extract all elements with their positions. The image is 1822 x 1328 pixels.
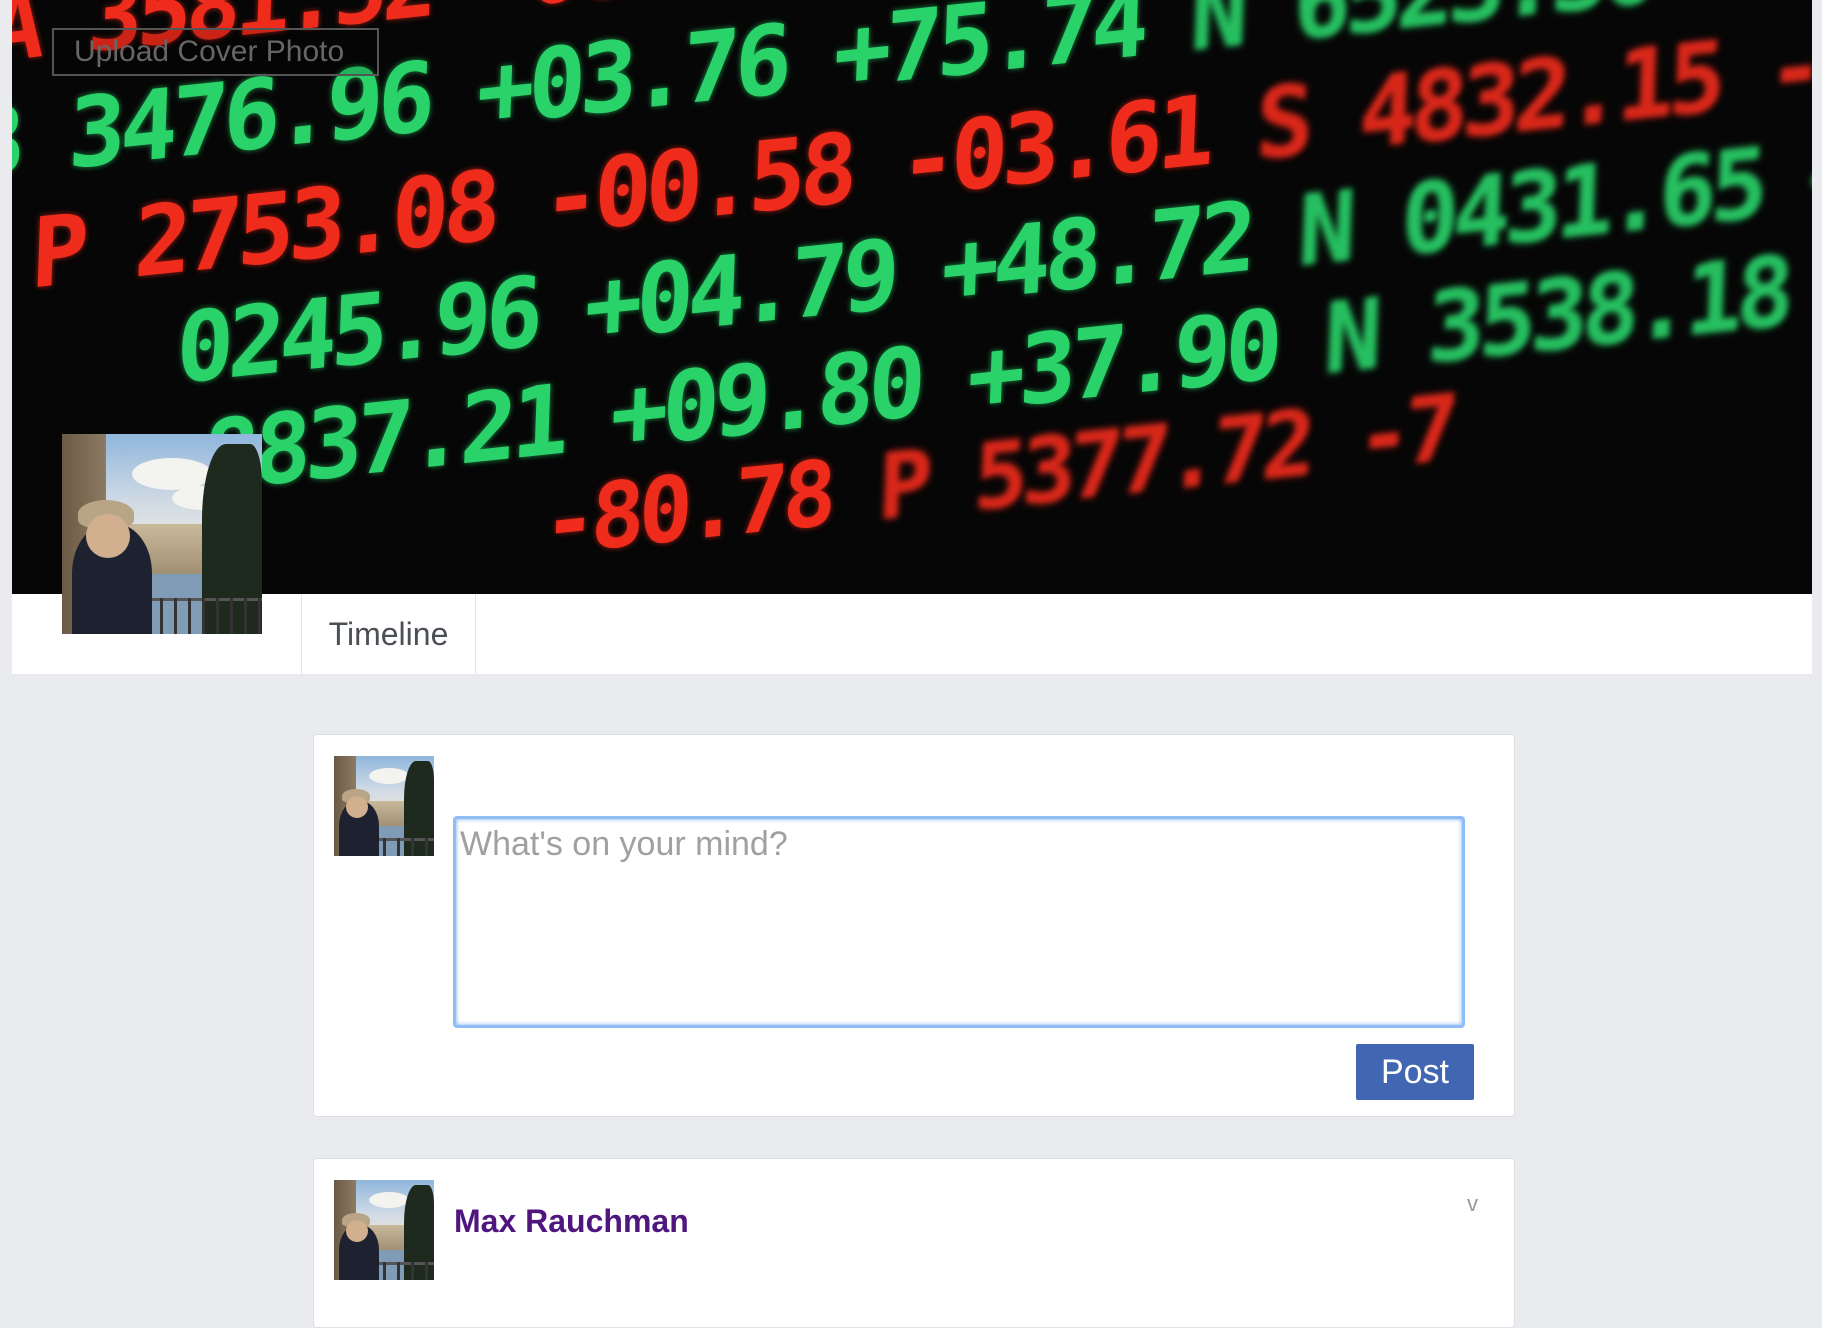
post-card: Max Rauchman v [313, 1158, 1515, 1328]
ticker-value: -36.5 [1765, 0, 1812, 129]
avatar[interactable] [334, 1180, 434, 1280]
chevron-down-icon[interactable]: v [1467, 1191, 1478, 1217]
post-composer: Post [313, 734, 1515, 1117]
cover-photo: A 3581.52-06.10-33.83N 3243.94-34.3B 347… [12, 0, 1812, 594]
post-author-link[interactable]: Max Rauchman [454, 1203, 689, 1240]
profile-nav-bar [12, 594, 1812, 674]
status-input[interactable] [453, 816, 1465, 1028]
avatar [334, 756, 434, 856]
post-button[interactable]: Post [1356, 1044, 1474, 1100]
stock-ticker-image: A 3581.52-06.10-33.83N 3243.94-34.3B 347… [12, 0, 1812, 594]
ticker-value: -7 [1355, 375, 1456, 492]
upload-cover-photo-button[interactable]: Upload Cover Photo [52, 28, 379, 76]
avatar [62, 434, 262, 634]
tab-timeline[interactable]: Timeline [301, 594, 476, 674]
profile-picture[interactable] [62, 434, 262, 634]
